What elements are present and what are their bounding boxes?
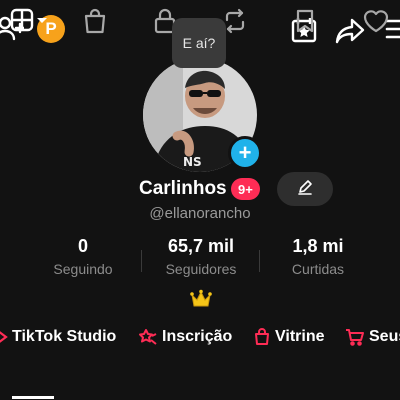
- stat-value: 65,7 mil: [167, 236, 235, 256]
- shortcut-label: Seus: [369, 328, 400, 345]
- shortcut-tiktok-studio[interactable]: TikTok Studio: [0, 326, 116, 348]
- stat-label: Seguindo: [53, 261, 113, 277]
- shortcut-label: Vitrine: [275, 328, 325, 345]
- plus-icon: +: [238, 140, 252, 165]
- shortcut-seus[interactable]: Seus: [345, 326, 400, 348]
- tab-shop[interactable]: [83, 8, 107, 39]
- tab-liked[interactable]: [362, 8, 390, 39]
- svg-text:NS: NS: [183, 155, 202, 169]
- shop-bag-icon: [253, 328, 271, 346]
- stat-following[interactable]: 0 Seguindo: [23, 236, 143, 277]
- shop-bag-icon: [83, 8, 107, 38]
- studio-icon: [0, 328, 8, 346]
- subscription-icon: [138, 328, 158, 346]
- heart-icon: [362, 10, 390, 38]
- stat-value: 1,8 mi: [292, 236, 344, 256]
- share-icon[interactable]: [335, 17, 365, 45]
- shortcut-vitrine[interactable]: Vitrine: [253, 326, 325, 348]
- stat-value: 0: [77, 236, 88, 256]
- bookmark-icon: [294, 9, 316, 38]
- stat-likes[interactable]: 1,8 mi Curtidas: [258, 236, 378, 277]
- shortcut-label: Inscrição: [162, 328, 233, 345]
- stat-followers[interactable]: 65,7 mil Seguidores: [141, 236, 261, 277]
- tab-favorites[interactable]: [294, 8, 316, 39]
- active-tab-indicator: [12, 396, 54, 399]
- grid-icon: [10, 8, 50, 38]
- shortcut-subscription[interactable]: Inscrição: [138, 326, 232, 348]
- stat-label: Seguidores: [165, 261, 237, 277]
- shortcut-label: TikTok Studio: [12, 328, 117, 345]
- status-bubble-text: E aí?: [182, 35, 216, 51]
- pencil-icon: [297, 179, 313, 200]
- notification-badge[interactable]: 9+: [231, 178, 260, 200]
- add-avatar-button[interactable]: +: [228, 136, 262, 170]
- profile-name: Carlinhos: [139, 178, 227, 199]
- cart-icon: [345, 328, 365, 346]
- edit-profile-button[interactable]: [277, 172, 333, 206]
- stat-label: Curtidas: [291, 261, 345, 277]
- username: @ellanorancho: [149, 205, 251, 222]
- tab-grid[interactable]: [10, 8, 50, 39]
- crown-icon[interactable]: [190, 289, 212, 314]
- status-bubble[interactable]: E aí?: [172, 18, 226, 68]
